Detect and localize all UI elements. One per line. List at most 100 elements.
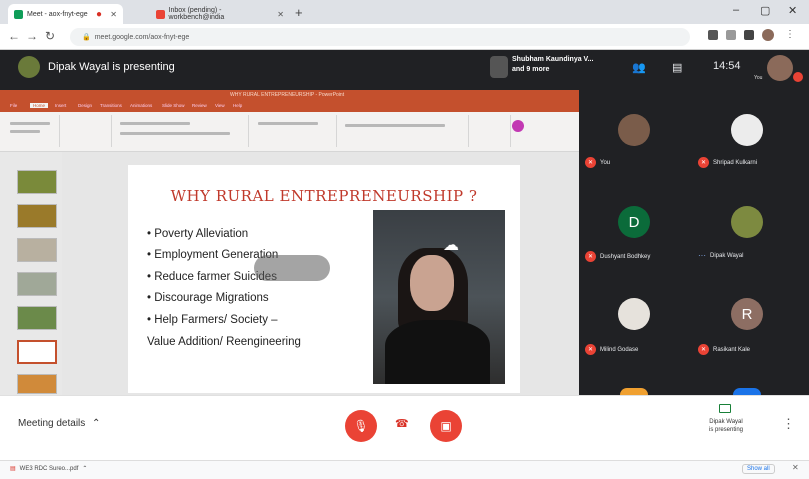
people-icon[interactable]: 👥 [632,61,646,74]
ribbon-group-font [114,115,249,147]
slide-thumbnail[interactable] [17,170,57,194]
presentation-status[interactable]: Dipak Wayal is presenting [696,418,756,434]
hang-up-button[interactable]: ☎ [395,417,409,430]
slide-bullet: • Discourage Migrations [147,292,269,304]
slide-title: WHY RURAL ENTREPRENEURSHIP ? [170,187,478,205]
ribbon-control[interactable] [10,122,50,125]
ribbon-tab[interactable]: Design [78,103,92,108]
participant-tile[interactable]: ✕ Milind Godase [585,344,638,355]
mic-off-icon: ✕ [585,251,596,262]
tab-title: Meet - aox-fnyt-ege [27,10,88,18]
ribbon-tab[interactable]: Help [233,103,242,108]
slide-thumbnail[interactable] [17,204,57,228]
participant-name: Shripad Kulkarni [713,159,758,166]
extension-icon[interactable] [744,30,754,40]
presentation-controls-overlay[interactable] [254,255,330,281]
photo-person-body [385,320,490,384]
slide-thumbnail-selected[interactable] [17,340,57,364]
slide-thumbnail[interactable] [17,238,57,262]
chat-icon[interactable]: ▤ [672,61,682,74]
download-shelf [0,460,809,479]
drawing-controls[interactable] [345,124,445,127]
meeting-details-label: Meeting details [18,418,86,429]
slide-bullet: • Help Farmers/ Society – [147,314,278,326]
ribbon-tab[interactable]: File [10,103,17,108]
more-options-button[interactable]: ⋮ [782,416,795,432]
camera-toggle-button[interactable]: ▣ [430,410,462,442]
maximize-button[interactable]: ▢ [760,4,770,17]
ribbon-group-drawing [339,115,469,147]
close-download-shelf-button[interactable]: ✕ [792,463,799,472]
speaking-indicator-icon: ··· [698,251,706,260]
participant-tile[interactable]: ✕ You [585,157,610,168]
ribbon-group-editing [471,115,511,147]
self-avatar [767,55,793,81]
ribbon-tab[interactable]: Transitions [100,103,122,108]
close-window-button[interactable]: ✕ [788,4,797,17]
participants-line: Shubham Kaundinya V... [512,56,594,63]
presentation-status-line: Dipak Wayal [709,419,743,425]
mic-toggle-button[interactable]: 🎙 [345,410,377,442]
close-tab-icon[interactable]: ✕ [110,10,117,19]
pdf-file-icon: ▤ [10,466,16,472]
back-icon[interactable]: ← [8,29,20,43]
tab-meet[interactable]: Meet - aox-fnyt-ege ● ✕ [8,4,123,24]
ribbon-tab[interactable]: Insert [55,103,66,108]
reload-icon[interactable]: ↻ [45,29,55,43]
participant-tile[interactable]: ✕ Dushyant Bodhkey [585,251,650,262]
participant-tile[interactable]: ··· Dipak Wayal [698,251,743,260]
extension-icon[interactable] [708,30,718,40]
participant-avatar: R [731,298,763,330]
font-name-box[interactable] [120,122,190,125]
mic-off-icon: ✕ [585,157,596,168]
ribbon-tab[interactable]: Slide Show [162,103,185,108]
download-item[interactable]: ▤ WE3 RDC Sureo...pdf ⌃ [10,465,88,473]
ribbon-group-slides [62,115,112,147]
participant-avatar: D [618,206,650,238]
gmail-favicon-icon [156,9,165,19]
participants-summary[interactable]: Shubham Kaundinya V... and 9 more [512,55,593,75]
participant-name: Milind Godase [600,346,639,353]
designer-icon[interactable] [512,120,524,132]
meet-favicon-icon [14,9,23,19]
slide-thumbnail[interactable] [17,306,57,330]
minimize-button[interactable]: – [733,4,739,16]
extension-icon[interactable] [726,30,736,40]
meeting-details-button[interactable]: Meeting details ⌃ [18,418,100,429]
chevron-up-icon: ⌃ [82,466,88,472]
ribbon-control[interactable] [10,130,40,133]
participant-thumbnail [490,56,508,78]
participant-name: Dipak Wayal [710,252,744,259]
slide-thumbnail[interactable] [17,374,57,394]
mic-off-icon: ✕ [585,344,596,355]
close-tab-icon[interactable]: ✕ [277,10,284,19]
tab-title: Inbox (pending) - workbench@india [168,7,225,21]
new-tab-button[interactable]: + [295,5,303,20]
participants-line: and 9 more [512,66,550,73]
participant-avatar-partial [733,388,761,395]
forward-icon[interactable]: → [26,29,38,43]
participant-tile[interactable]: ✕ Shripad Kulkarni [698,157,757,168]
ribbon-tab[interactable]: Home [30,103,49,108]
url-bar[interactable]: 🔒 meet.google.com/aox-fnyt-ege [70,28,690,46]
font-format-controls[interactable] [120,132,230,135]
show-all-downloads-button[interactable]: Show all [742,464,775,474]
recording-dot-icon: ● [95,8,103,20]
url-text: meet.google.com/aox-fnyt-ege [94,33,190,41]
profile-avatar[interactable] [762,29,774,41]
paragraph-controls[interactable] [258,122,318,125]
ribbon-tab[interactable]: View [215,103,225,108]
mic-off-icon: ✕ [698,157,709,168]
tab-gmail[interactable]: Inbox (pending) - workbench@india ✕ [150,4,290,24]
mic-off-badge-icon [793,72,803,82]
browser-menu-icon[interactable]: ⋮ [785,29,795,40]
participant-avatar-partial [620,388,648,395]
ribbon-tab[interactable]: Animations [130,103,152,108]
present-screen-icon [719,404,731,413]
participant-tile[interactable]: ✕ Rasikant Kale [698,344,750,355]
participant-name: You [600,159,611,166]
slide-thumbnail[interactable] [17,272,57,296]
presenting-banner: Dipak Wayal is presenting [48,61,175,73]
ribbon-tab[interactable]: Review [192,103,207,108]
thought-doodle-icon: ☁ [443,237,459,254]
